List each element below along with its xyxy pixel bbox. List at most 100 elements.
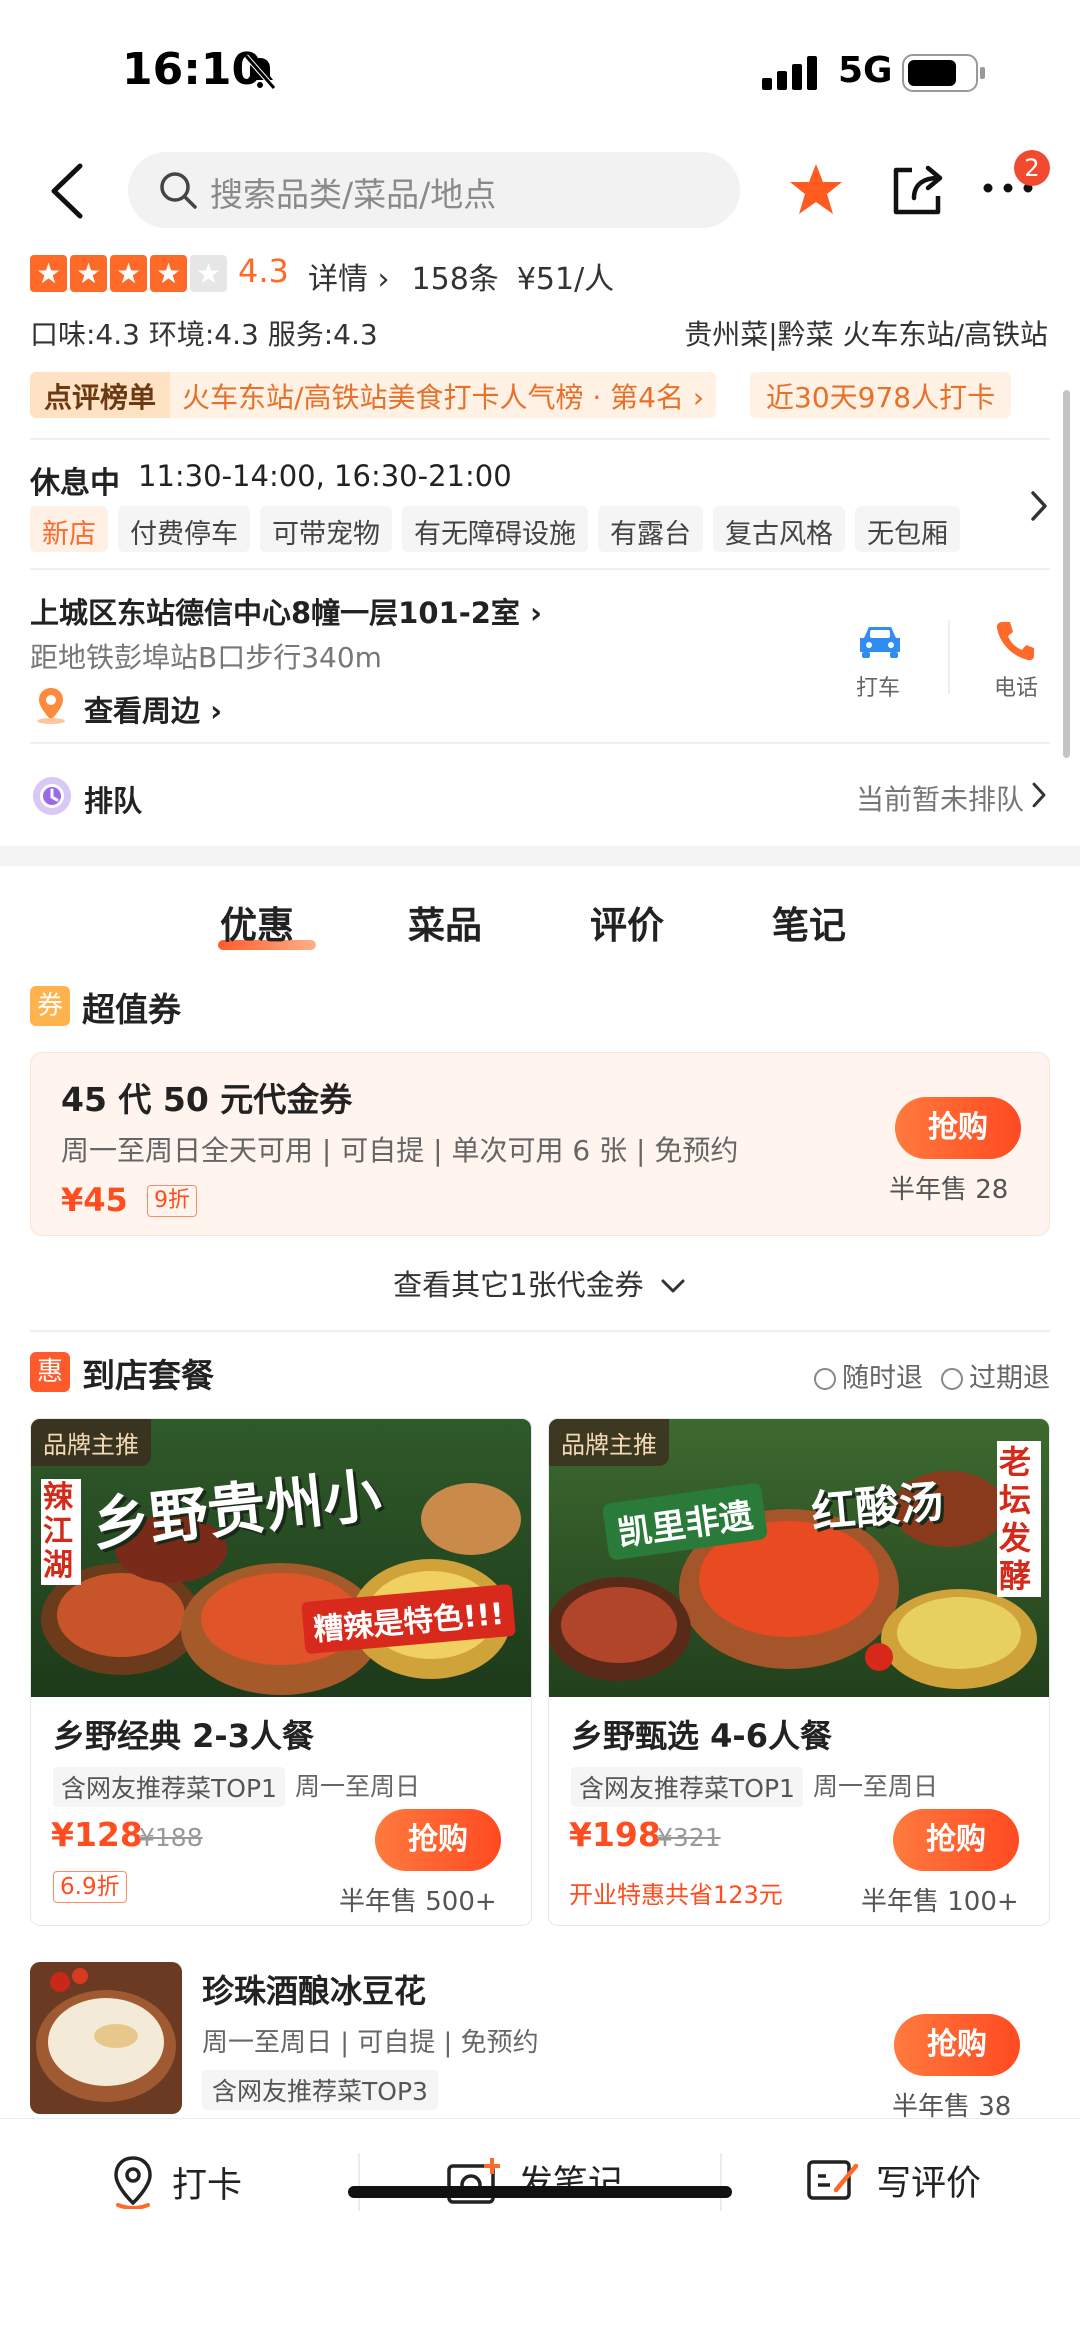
voucher-desc: 周一至周日全天可用 | 可自提 | 单次可用 6 张 | 免预约 (61, 1134, 739, 1167)
divider (720, 2153, 722, 2211)
voucher-title: 45 代 50 元代金券 (61, 1080, 353, 1119)
voucher-discount: 9折 (147, 1185, 197, 1217)
shop-summary: 详情 › 158条 ¥51/人 (308, 254, 614, 298)
dessert-photo (30, 1962, 182, 2114)
combo-days: 周一至周日 (294, 1772, 420, 1801)
divider (30, 742, 1050, 744)
signal-icon (762, 56, 817, 90)
phone-icon[interactable] (994, 618, 1034, 662)
search-icon (160, 172, 197, 209)
combo-card[interactable]: 乡野贵州小 辣江湖 糟辣是特色!!! 品牌主推 乡野经典 2-3人餐 含网友推荐… (30, 1418, 532, 1926)
taxi-label[interactable]: 打车 (856, 670, 900, 702)
brand-tag: 品牌主推 (31, 1419, 151, 1466)
voucher-card[interactable]: 45 代 50 元代金券 周一至周日全天可用 | 可自提 | 单次可用 6 张 … (30, 1052, 1050, 1236)
check-circle-icon (941, 1368, 963, 1390)
queue-label[interactable]: 排队 (84, 778, 142, 820)
home-indicator[interactable] (348, 2186, 732, 2198)
location-pin-icon (114, 2156, 152, 2209)
car-icon[interactable] (856, 622, 904, 660)
buy-button[interactable]: 抢购 (894, 2014, 1020, 2076)
divider (948, 620, 950, 694)
hours-status: 休息中 (30, 466, 120, 501)
checkin-tag: 近30天978人打卡 (750, 372, 1012, 418)
divider (30, 438, 1050, 440)
buy-button[interactable]: 抢购 (895, 1097, 1021, 1159)
queue-status[interactable]: 当前暂未排队 (856, 778, 1024, 818)
tab-notes[interactable]: 笔记 (772, 895, 846, 949)
tab-deals[interactable]: 优惠 (220, 895, 294, 949)
review-count: 158条 (411, 262, 499, 297)
edit-review-icon (807, 2159, 859, 2200)
combo-image: 凯里非遗 红酸汤 老坛发酵 品牌主推 (549, 1419, 1049, 1697)
favorite-star-icon[interactable] (786, 160, 846, 220)
combo-price: ¥198 (569, 1815, 661, 1854)
location-pin-icon (37, 688, 65, 724)
divider (358, 2153, 360, 2211)
combo-title: 乡野经典 2-3人餐 (53, 1717, 314, 1755)
combo-original-price: ¥321 (657, 1823, 721, 1852)
combo-tags: 含网友推荐菜TOP1 周一至周日 (571, 1767, 938, 1807)
combo-image: 乡野贵州小 辣江湖 糟辣是特色!!! 品牌主推 (31, 1419, 531, 1697)
star-icon: ★ (30, 255, 67, 292)
dessert-title: 珍珠酒酿冰豆花 (202, 1972, 427, 2010)
combo-saving: 开业特惠共省123元 (569, 1881, 783, 1909)
metro-distance: 距地铁彭埠站B口步行340m (30, 641, 382, 674)
clock-icon (33, 777, 71, 815)
combo-card[interactable]: 凯里非遗 红酸汤 老坛发酵 品牌主推 乡野甄选 4-6人餐 含网友推荐菜TOP1… (548, 1418, 1050, 1926)
combo-tags: 含网友推荐菜TOP1 周一至周日 (53, 1767, 420, 1807)
dessert-image[interactable] (30, 1962, 182, 2114)
details-link[interactable]: 详情 › (308, 254, 390, 298)
battery-icon (902, 54, 985, 92)
star-empty-icon: ★ (190, 255, 227, 292)
search-bar[interactable]: 搜索品类/菜品/地点 (128, 152, 740, 228)
voucher-price: ¥45 (61, 1181, 128, 1219)
facility-tags[interactable]: 新店 付费停车 可带宠物 有无障碍设施 有露台 复古风格 无包厢 (30, 506, 960, 552)
tab-dishes[interactable]: 菜品 (408, 895, 482, 949)
rank-tag[interactable]: 点评榜单 火车东站/高铁站美食打卡人气榜 · 第4名 › (30, 372, 717, 418)
avg-price: ¥51/人 (516, 262, 615, 297)
chevron-right-icon[interactable] (1028, 780, 1050, 810)
brand-tag: 品牌主推 (549, 1419, 669, 1466)
refund-expired: 过期退 (941, 1356, 1050, 1395)
facility-tag: 有无障碍设施 (402, 506, 588, 552)
address-link[interactable]: 上城区东站德信中心8幢一层101-2室 › (30, 590, 542, 632)
more-vouchers-link[interactable]: 查看其它1张代金券 (0, 1262, 1080, 1304)
facility-tag: 可带宠物 (260, 506, 392, 552)
write-review-button[interactable]: 写评价 (806, 2155, 981, 2206)
tab-reviews[interactable]: 评价 (590, 895, 664, 949)
back-icon[interactable] (44, 160, 90, 222)
dessert-desc: 周一至周日 | 可自提 | 免预约 (202, 2028, 539, 2058)
bell-muted-icon (244, 54, 276, 90)
buy-button[interactable]: 抢购 (893, 1809, 1019, 1871)
checkin-label: 打卡 (172, 2165, 243, 2206)
sold-count: 半年售 500+ (339, 1887, 497, 1917)
combo-icon: 惠 (30, 1352, 70, 1392)
buy-button[interactable]: 抢购 (375, 1809, 501, 1871)
rating-score: 4.3 (238, 252, 289, 290)
post-note-button[interactable]: 发笔记 (446, 2155, 623, 2206)
section-gap (0, 846, 1080, 866)
refund-anytime: 随时退 (814, 1356, 923, 1395)
combo-price: ¥128 (51, 1815, 143, 1854)
recommend-tag: 含网友推荐菜TOP1 (571, 1767, 803, 1807)
banner-text-2: 红酸汤 (809, 1476, 946, 1539)
sold-count: 半年售 100+ (861, 1887, 1019, 1917)
cuisine-area: 贵州菜|黔菜 火车东站/高铁站 (684, 318, 1048, 351)
share-icon[interactable] (888, 160, 948, 220)
combo-days: 周一至周日 (812, 1772, 938, 1801)
rating-stars: ★ ★ ★ ★ ★ (30, 255, 227, 293)
banner-side: 辣江湖 (41, 1479, 81, 1585)
nearby-link[interactable]: 查看周边 › (84, 688, 222, 730)
scrollbar[interactable] (1063, 390, 1070, 758)
rank-label: 点评榜单 (30, 372, 171, 418)
combo-original-price: ¥188 (139, 1823, 203, 1852)
checkin-button[interactable]: 打卡 (110, 2155, 242, 2209)
divider (30, 1330, 1050, 1332)
star-icon: ★ (110, 255, 147, 292)
bottom-action-bar: 打卡 发笔记 写评价 (0, 2118, 1080, 2341)
camera-add-icon (447, 2157, 500, 2204)
chevron-right-icon[interactable] (1028, 488, 1050, 524)
phone-label[interactable]: 电话 (994, 670, 1038, 702)
divider (30, 568, 1050, 570)
notification-badge: 2 (1014, 150, 1050, 186)
